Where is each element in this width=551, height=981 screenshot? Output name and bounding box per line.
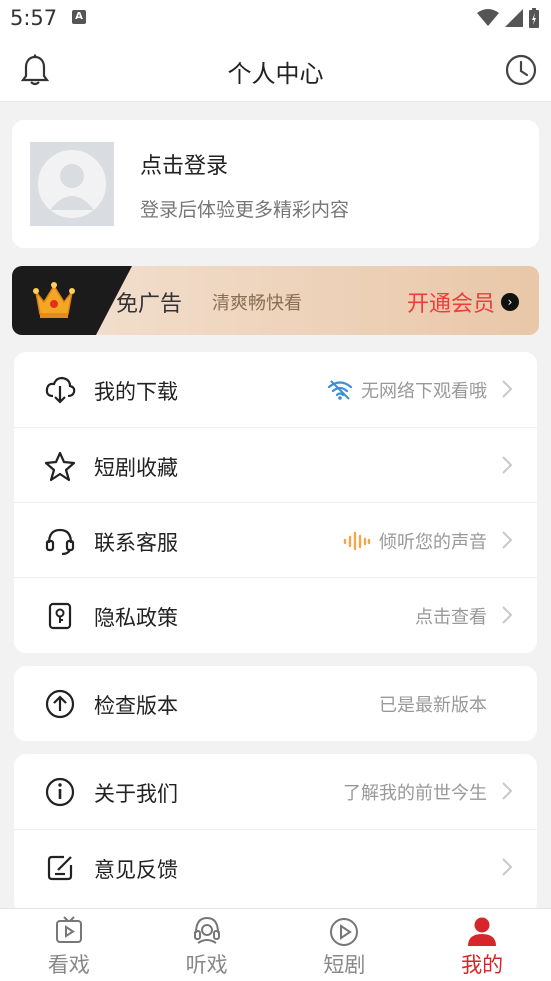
- vip-main-text: 免广告: [116, 292, 183, 317]
- wifi-icon: [327, 380, 353, 400]
- feedback-icon: [47, 855, 73, 881]
- notification-icon: A: [72, 10, 86, 24]
- vip-sub-text: 清爽畅快看: [212, 293, 302, 314]
- chevron-right-icon: [502, 531, 513, 549]
- crown-icon: [33, 282, 75, 318]
- open-vip-label: 开通会员: [406, 292, 495, 317]
- tv-play-icon: [55, 916, 82, 943]
- menu-label: 短剧收藏: [94, 456, 178, 480]
- headphone-icon: [193, 916, 220, 944]
- tab-duanju[interactable]: 短剧: [276, 909, 414, 981]
- battery-icon: [529, 8, 539, 28]
- menu-group-version: 检查版本 已是最新版本: [14, 666, 537, 741]
- arrow-right-icon: ›: [501, 293, 519, 311]
- signal-icon: [505, 9, 523, 27]
- chevron-right-icon: [502, 380, 513, 398]
- menu-item-favorites[interactable]: 短剧收藏: [14, 427, 537, 502]
- avatar-placeholder-icon: [38, 150, 106, 218]
- tab-mine[interactable]: 我的: [413, 909, 551, 981]
- vip-banner[interactable]: 免广告 清爽畅快看 开通会员 ›: [12, 266, 539, 335]
- menu-group-main: 我的下载 无网络下观看哦 短剧收藏 联系客服 倾听您的声音 隐私政策 点击查看: [14, 352, 537, 653]
- menu-hint: 无网络下观看哦: [327, 377, 487, 403]
- upgrade-icon: [45, 689, 75, 719]
- menu-label: 隐私政策: [94, 606, 178, 630]
- tab-kanxi[interactable]: 看戏: [0, 909, 138, 981]
- menu-item-downloads[interactable]: 我的下载 无网络下观看哦: [14, 352, 537, 427]
- menu-label: 我的下载: [94, 380, 178, 404]
- app-bar: 个人中心: [0, 40, 551, 102]
- cloud-download-icon: [45, 376, 76, 404]
- login-card[interactable]: 点击登录 登录后体验更多精彩内容: [12, 120, 539, 248]
- menu-group-about: 关于我们 了解我的前世今生 意见反馈: [14, 754, 537, 914]
- status-time: 5:57: [10, 6, 58, 30]
- menu-label: 检查版本: [94, 694, 178, 718]
- wifi-status-icon: [477, 9, 499, 26]
- chevron-right-icon: [502, 782, 513, 800]
- menu-label: 联系客服: [94, 531, 178, 555]
- info-icon: [45, 777, 75, 807]
- bottom-tab-bar: 看戏 听戏 短剧 我的: [0, 908, 551, 981]
- sound-wave-icon: [343, 531, 371, 551]
- privacy-icon: [48, 602, 72, 630]
- user-icon: [468, 917, 497, 946]
- page-title: 个人中心: [227, 60, 324, 88]
- chevron-right-icon: [502, 456, 513, 474]
- headset-icon: [45, 528, 75, 556]
- chevron-right-icon: [502, 858, 513, 876]
- menu-item-customer-service[interactable]: 联系客服 倾听您的声音: [14, 502, 537, 577]
- tab-tingxi[interactable]: 听戏: [138, 909, 276, 981]
- menu-item-privacy[interactable]: 隐私政策 点击查看: [14, 577, 537, 652]
- status-indicators: [477, 8, 539, 28]
- menu-item-about-us[interactable]: 关于我们 了解我的前世今生: [14, 754, 537, 829]
- login-subtitle: 登录后体验更多精彩内容: [140, 199, 350, 221]
- menu-item-check-version[interactable]: 检查版本 已是最新版本: [14, 666, 537, 741]
- menu-hint: 了解我的前世今生: [343, 783, 487, 804]
- menu-hint: 倾听您的声音: [343, 528, 487, 554]
- menu-label: 关于我们: [94, 782, 178, 806]
- star-icon: [44, 451, 76, 482]
- status-bar: 5:57 A: [0, 0, 551, 40]
- avatar[interactable]: [30, 142, 114, 226]
- menu-item-feedback[interactable]: 意见反馈: [14, 829, 537, 904]
- menu-hint: 点击查看: [415, 607, 487, 628]
- chevron-right-icon: [502, 606, 513, 624]
- login-title[interactable]: 点击登录: [140, 148, 228, 180]
- menu-hint: 已是最新版本: [379, 695, 487, 716]
- play-circle-icon: [330, 918, 359, 946]
- menu-label: 意见反馈: [94, 858, 178, 882]
- open-vip-button[interactable]: 开通会员 ›: [407, 286, 519, 318]
- history-clock-icon[interactable]: [505, 54, 537, 86]
